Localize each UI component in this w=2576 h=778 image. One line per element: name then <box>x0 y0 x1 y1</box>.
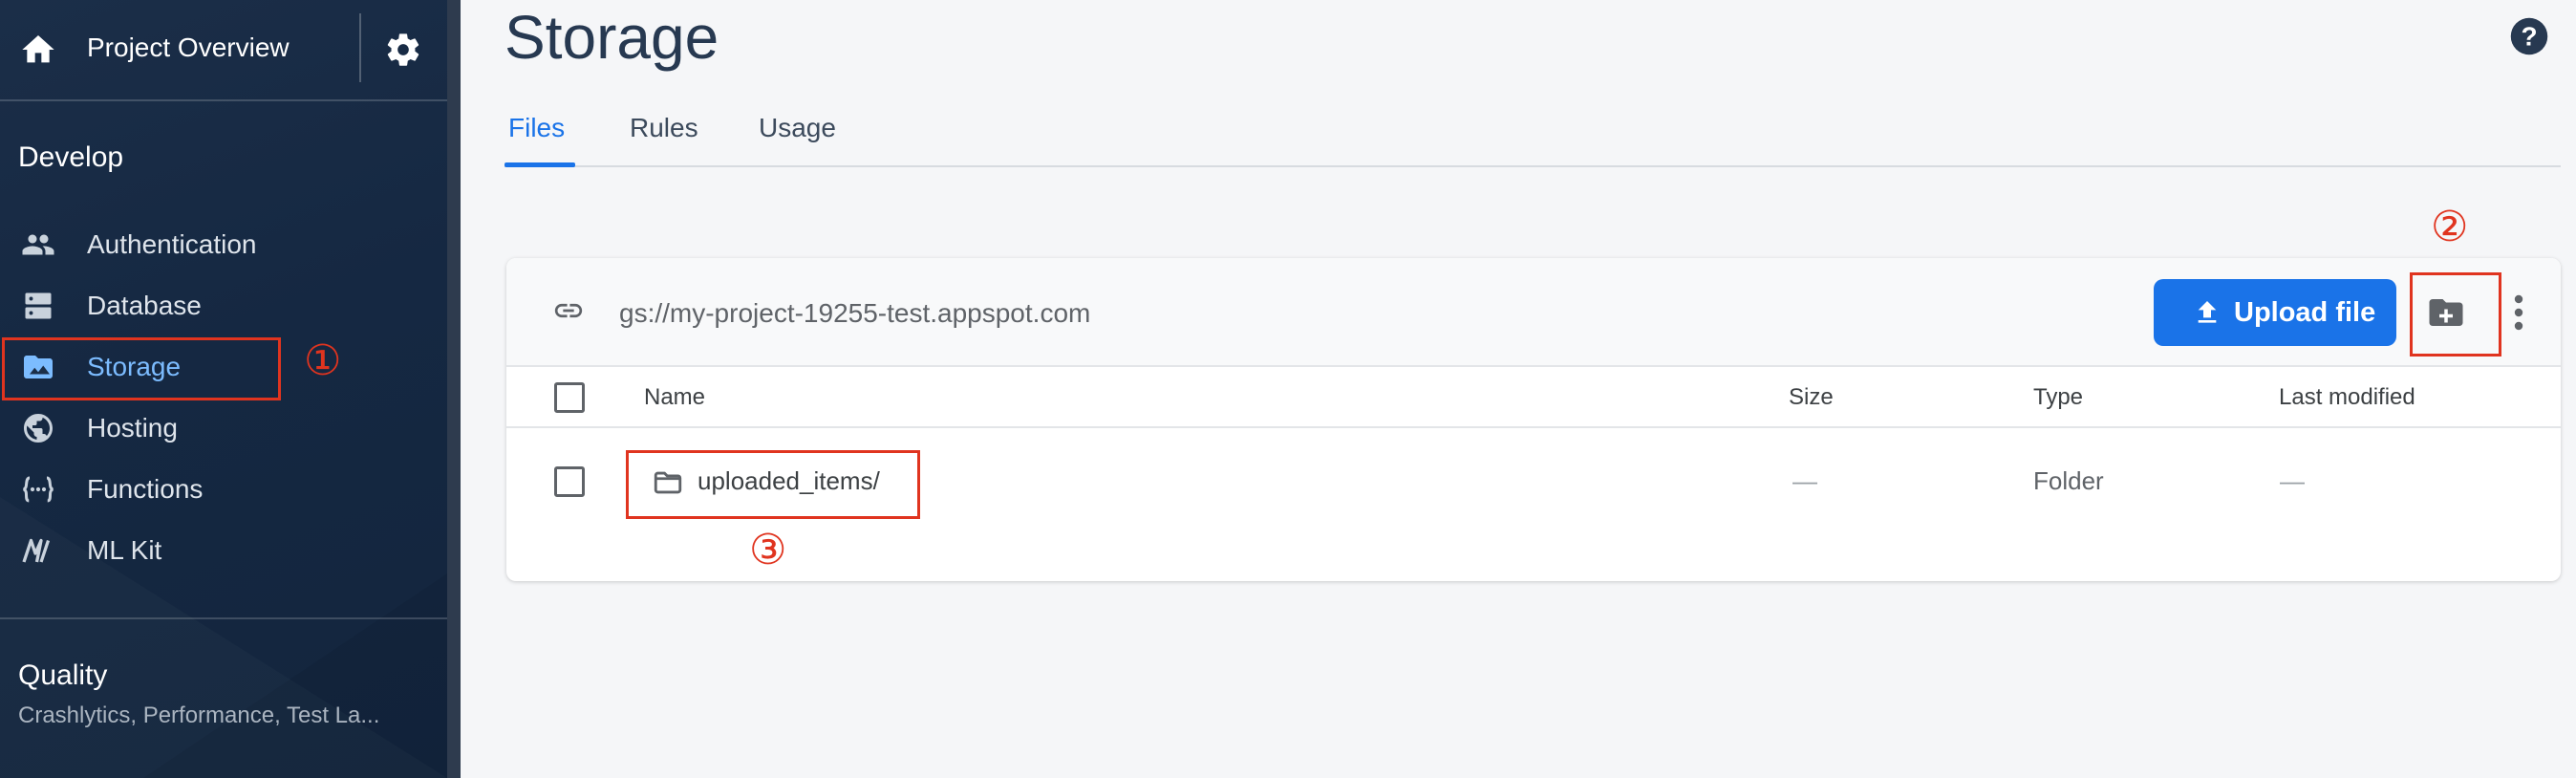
section-quality[interactable]: Quality <box>18 659 107 692</box>
project-overview-link[interactable]: Project Overview <box>87 32 290 63</box>
sidebar-item-label: Database <box>87 291 202 320</box>
project-header: Project Overview <box>0 0 447 99</box>
bucket-url: gs://my-project-19255-test.appspot.com <box>619 298 1091 328</box>
files-card: gs://my-project-19255-test.appspot.com U… <box>506 258 2561 581</box>
svg-text:?: ? <box>2521 22 2537 52</box>
tab-files[interactable]: Files <box>508 113 565 143</box>
annotation-number-3: ③ <box>749 526 787 574</box>
sidebar-resize-handle[interactable] <box>447 0 461 778</box>
section-develop: Develop <box>18 141 124 173</box>
active-tab-indicator <box>504 162 575 167</box>
annotation-box-storage <box>2 337 281 400</box>
divider <box>359 13 361 82</box>
sidebar-item-label: ML Kit <box>87 535 162 565</box>
help-icon[interactable]: ? <box>2509 16 2549 56</box>
divider <box>0 99 447 101</box>
functions-icon <box>23 476 54 503</box>
annotation-number-1: ① <box>304 336 342 385</box>
sidebar-item-hosting[interactable]: Hosting <box>0 398 447 459</box>
upload-icon <box>2198 301 2217 323</box>
row-checkbox[interactable] <box>554 466 585 497</box>
select-all-checkbox[interactable] <box>554 382 585 413</box>
sidebar-item-functions[interactable]: Functions <box>0 459 447 520</box>
row-last-modified: — <box>2280 466 2305 495</box>
home-icon[interactable] <box>19 31 57 69</box>
tab-rules[interactable]: Rules <box>630 113 698 143</box>
mlkit-icon <box>22 538 51 563</box>
sidebar-item-label: Authentication <box>87 229 257 259</box>
upload-file-button[interactable]: Upload file <box>2154 279 2396 346</box>
annotation-number-2: ② <box>2431 203 2469 251</box>
sidebar-item-ml-kit[interactable]: ML Kit <box>0 520 447 581</box>
annotation-box-create-folder <box>2410 272 2501 357</box>
more-vert-icon[interactable] <box>2513 292 2524 333</box>
column-header-last-modified[interactable]: Last modified <box>2279 384 2415 411</box>
people-icon <box>22 234 54 255</box>
gear-icon[interactable] <box>384 31 422 69</box>
page-title: Storage <box>504 3 719 72</box>
row-size: — <box>1792 466 1817 495</box>
upload-file-label: Upload file <box>2234 297 2376 328</box>
database-icon <box>25 292 52 319</box>
annotation-box-folder <box>626 450 920 519</box>
link-icon[interactable] <box>547 294 590 327</box>
row-type: Folder <box>2033 466 2104 495</box>
column-header-name[interactable]: Name <box>644 384 705 411</box>
divider <box>506 426 2561 428</box>
globe-icon <box>24 414 53 443</box>
tabs-divider <box>504 165 2561 167</box>
sidebar-item-label: Hosting <box>87 413 178 443</box>
column-header-size[interactable]: Size <box>1789 384 1834 411</box>
sidebar-item-database[interactable]: Database <box>0 275 447 336</box>
sidebar-item-label: Functions <box>87 474 204 504</box>
tab-usage[interactable]: Usage <box>759 113 836 143</box>
sidebar-item-authentication[interactable]: Authentication <box>0 214 447 275</box>
divider <box>0 617 447 619</box>
section-quality-subtitle: Crashlytics, Performance, Test La... <box>18 702 380 728</box>
bucket-header: gs://my-project-19255-test.appspot.com U… <box>506 258 2561 367</box>
column-header-type[interactable]: Type <box>2033 384 2083 411</box>
